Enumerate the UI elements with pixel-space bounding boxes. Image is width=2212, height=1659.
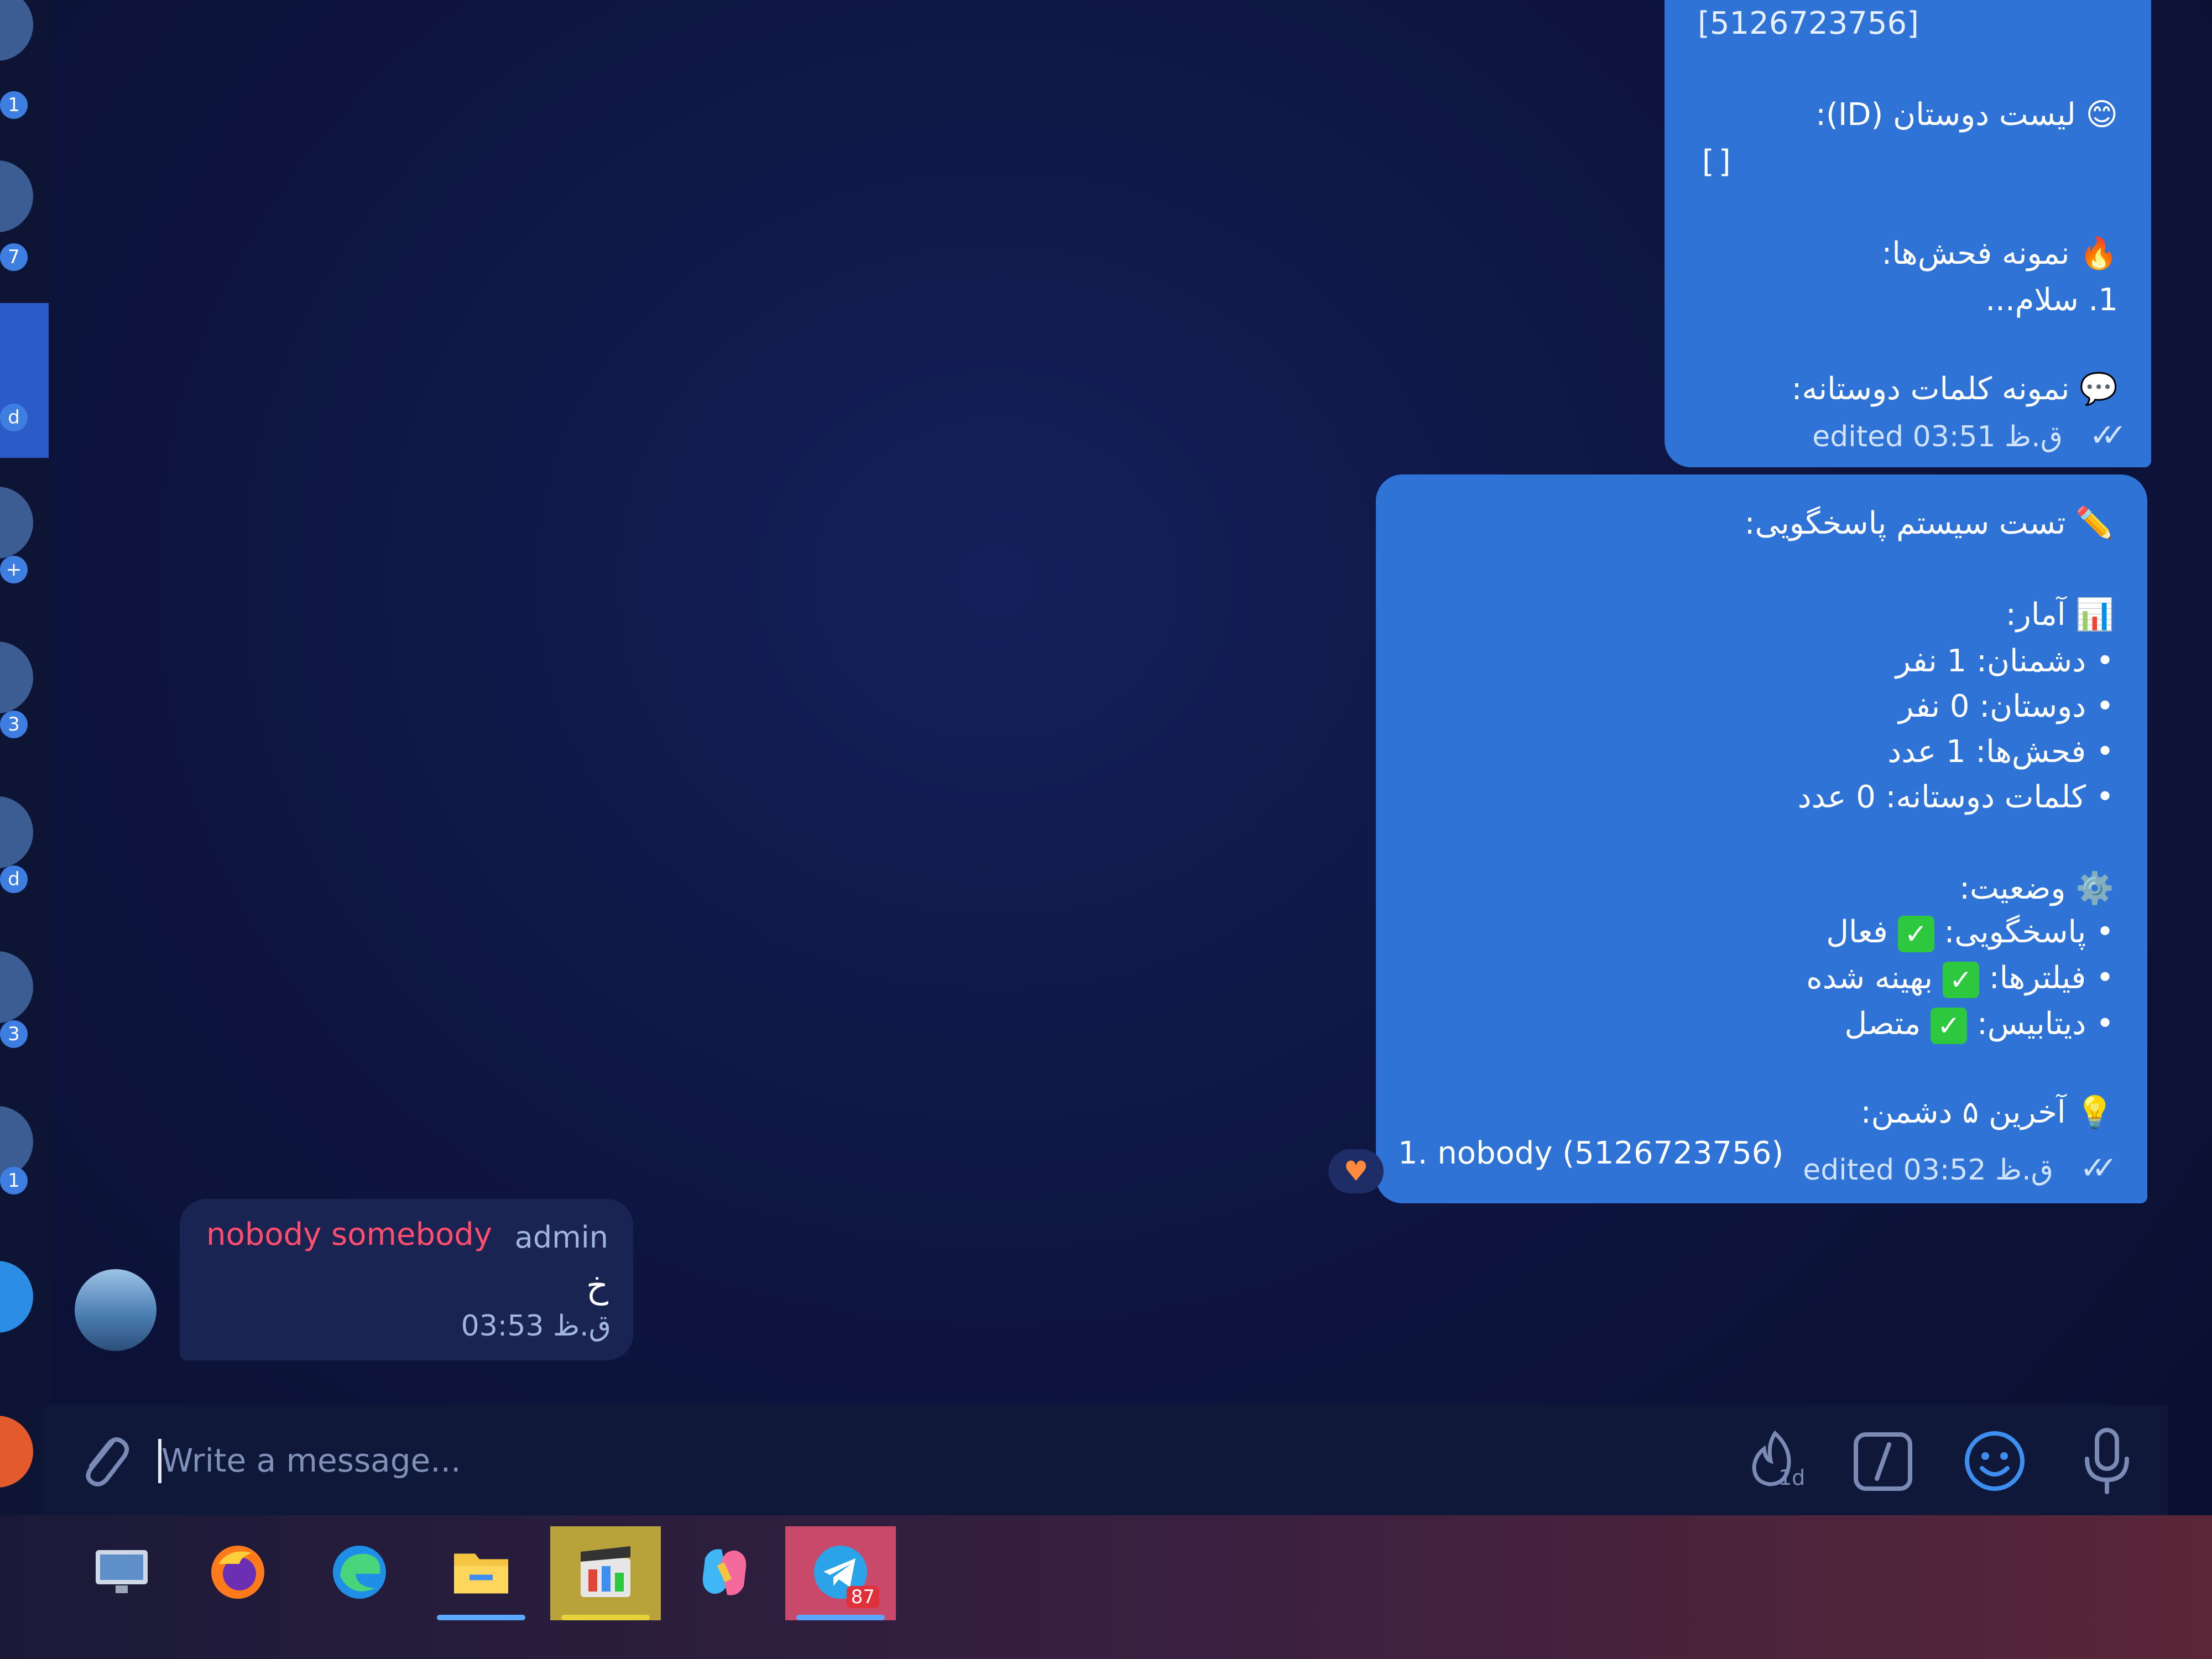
microphone-icon[interactable] xyxy=(2079,1427,2135,1498)
taskbar-app[interactable] xyxy=(304,1526,415,1620)
unread-badge: 7 xyxy=(0,243,28,271)
taskbar-app[interactable] xyxy=(182,1526,293,1620)
insults-title-text: نمونه فحش‌ها: xyxy=(1881,236,2070,272)
message-time: 03:53 ق.ظ xyxy=(461,1310,611,1343)
smile-emoji-icon: 😊 xyxy=(2085,97,2118,133)
chat-avatar[interactable] xyxy=(0,796,33,868)
fire-emoji-icon: 🔥 xyxy=(2079,236,2118,272)
status-value: متصل xyxy=(1844,1006,1921,1042)
message-input[interactable] xyxy=(160,1432,1600,1489)
firefox-icon xyxy=(207,1542,268,1605)
message-title: ✏️ تست سیستم پاسخگویی: xyxy=(1745,505,2114,541)
message-bubble-outgoing[interactable]: ✏️ تست سیستم پاسخگویی: 📊 آمار: • دشمنان:… xyxy=(1376,474,2147,1203)
status-label: • پاسخگویی: xyxy=(1944,914,2114,950)
friends-title-text: لیست دوستان (ID): xyxy=(1815,97,2076,133)
stats-title: 📊 آمار: xyxy=(2006,596,2114,633)
sender-role: admin xyxy=(514,1220,608,1255)
status-line: • پاسخگویی: ✓ فعال xyxy=(1826,914,2114,952)
message-bubble-outgoing[interactable]: [5126723756] 😊 لیست دوستان (ID): [] 🔥 نم… xyxy=(1665,0,2151,467)
friends-title: 😊 لیست دوستان (ID): xyxy=(1815,97,2118,133)
active-indicator xyxy=(796,1615,885,1620)
active-indicator xyxy=(437,1615,525,1620)
remote-desktop-icon xyxy=(91,1545,152,1602)
enemies-title: 💡 آخرین ۵ دشمن: xyxy=(1861,1094,2114,1130)
emoji-icon[interactable] xyxy=(1963,1430,2027,1495)
sender-avatar[interactable] xyxy=(75,1269,156,1351)
taskbar-app[interactable] xyxy=(426,1526,536,1620)
insults-item: 1. سلام... xyxy=(1985,282,2118,318)
double-check-icon: ✓✓ xyxy=(2080,1150,2117,1186)
active-indicator xyxy=(561,1615,650,1620)
taskbar-app[interactable] xyxy=(66,1526,177,1620)
check-mark-icon: ✓ xyxy=(1897,915,1934,952)
reaction-heart[interactable]: ♥ xyxy=(1328,1149,1384,1193)
unread-badge: + xyxy=(0,556,28,583)
telegram-badge: 87 xyxy=(846,1586,879,1608)
double-check-icon: ✓✓ xyxy=(2089,418,2127,453)
taskbar-app[interactable] xyxy=(669,1526,780,1620)
unread-badge: 1 xyxy=(0,1167,28,1194)
unread-badge: d xyxy=(0,404,28,431)
message-composer: 1d xyxy=(44,1405,2168,1515)
unread-badge: 1 xyxy=(0,91,28,119)
copilot-icon xyxy=(694,1542,755,1605)
message-meta: edited 03:52 ق.ظ xyxy=(1803,1154,2053,1187)
speech-bubble-emoji-icon: 💬 xyxy=(2079,371,2118,407)
gear-emoji-icon: ⚙️ xyxy=(2075,870,2114,906)
status-title: ⚙️ وضعیت: xyxy=(1959,870,2114,906)
chat-list-strip: 1 7 d + 3 d 3 1 xyxy=(0,0,51,1515)
pencil-emoji-icon: ✏️ xyxy=(2075,505,2114,541)
friends-value: [] xyxy=(1698,144,1735,180)
status-line: • فیلترها: ✓ بهینه شده xyxy=(1806,960,2114,998)
status-value: بهینه شده xyxy=(1806,960,1933,996)
unread-badge: 3 xyxy=(0,1020,28,1048)
edge-icon xyxy=(329,1542,390,1605)
bar-chart-emoji-icon: 📊 xyxy=(2075,597,2114,633)
sender-name[interactable]: nobody somebody xyxy=(206,1217,492,1253)
message-text: خ xyxy=(586,1265,608,1306)
chat-avatar[interactable] xyxy=(0,1416,33,1488)
taskbar: 87 xyxy=(0,1515,2212,1659)
self-destruct-timer-icon[interactable]: 1d xyxy=(1742,1427,1808,1493)
chat-avatar[interactable] xyxy=(0,641,33,713)
status-label: • دیتابیس: xyxy=(1976,1006,2114,1042)
status-line: • دیتابیس: ✓ متصل xyxy=(1844,1006,2114,1044)
stats-line: • کلمات دوستانه: 0 عدد xyxy=(1797,779,2114,815)
status-value: فعال xyxy=(1826,914,1888,950)
chat-item-active[interactable] xyxy=(0,303,49,458)
check-mark-icon: ✓ xyxy=(1931,1007,1968,1044)
chat-avatar[interactable] xyxy=(0,487,33,559)
paperclip-icon[interactable] xyxy=(75,1430,130,1493)
chat-avatar[interactable] xyxy=(0,951,33,1023)
message-meta: edited 03:51 ق.ظ xyxy=(1812,420,2063,453)
message-bubble-incoming[interactable]: nobody somebody admin خ 03:53 ق.ظ xyxy=(180,1199,633,1360)
file-explorer-icon xyxy=(451,1546,512,1601)
chat-avatar[interactable] xyxy=(0,1261,33,1333)
friendly-title-text: نمونه کلمات دوستانه: xyxy=(1791,371,2070,407)
unread-badge: 3 xyxy=(0,711,28,738)
friendly-title: 💬 نمونه کلمات دوستانه: xyxy=(1792,371,2118,407)
timer-label: 1d xyxy=(1778,1465,1806,1490)
chat-avatar[interactable] xyxy=(0,0,33,61)
chat-avatar[interactable] xyxy=(0,160,33,232)
taskbar-app-telegram[interactable]: 87 xyxy=(785,1526,896,1620)
id-line: [5126723756] xyxy=(1698,6,1919,41)
stats-line: • دشمنان: 1 نفر xyxy=(1895,643,2114,679)
taskbar-app[interactable] xyxy=(550,1526,661,1620)
enemy-line: 1. nobody (5126723756) xyxy=(1398,1135,1784,1171)
stats-line: • فحش‌ها: 1 عدد xyxy=(1887,734,2114,770)
message-title-text: تست سیستم پاسخگویی: xyxy=(1744,505,2066,541)
bot-commands-icon[interactable] xyxy=(1853,1431,1913,1494)
status-label: • فیلترها: xyxy=(1989,960,2114,996)
stats-title-text: آمار: xyxy=(2005,597,2066,633)
enemies-title-text: آخرین ۵ دشمن: xyxy=(1860,1094,2066,1130)
stats-line: • دوستان: 0 نفر xyxy=(1898,688,2114,724)
insults-title: 🔥 نمونه فحش‌ها: xyxy=(1881,235,2118,272)
light-bulb-emoji-icon: 💡 xyxy=(2075,1094,2114,1130)
video-editor-icon xyxy=(575,1542,636,1605)
status-title-text: وضعیت: xyxy=(1959,870,2066,906)
unread-badge: d xyxy=(0,865,28,893)
check-mark-icon: ✓ xyxy=(1942,961,1979,998)
